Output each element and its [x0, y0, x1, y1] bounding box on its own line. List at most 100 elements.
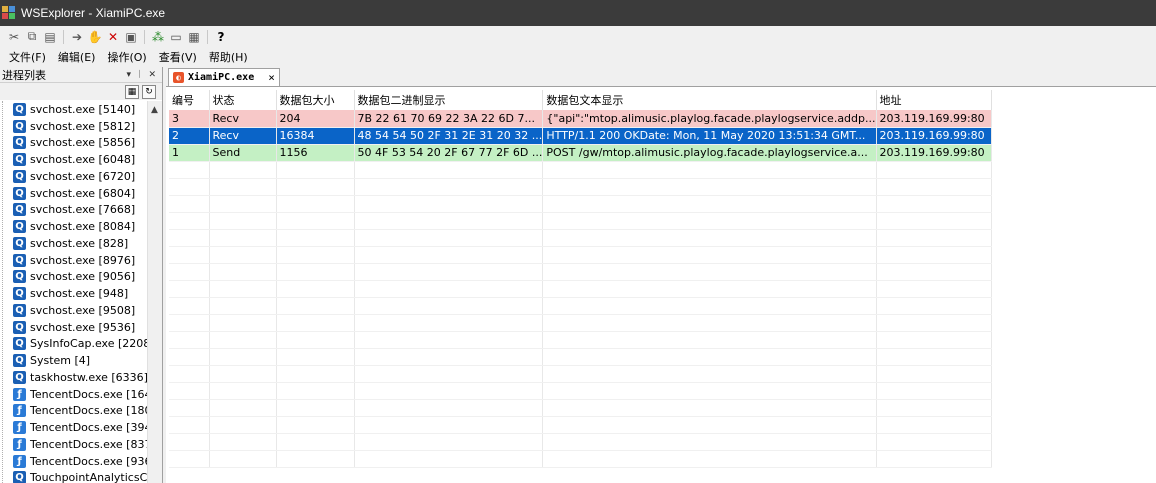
menu-item-2[interactable]: 操作(O) [101, 49, 152, 65]
packet-cell-text: HTTP/1.1 200 OKDate: Mon, 11 May 2020 13… [542, 127, 877, 145]
process-name: svchost.exe [9536] [30, 320, 136, 334]
process-name: svchost.exe [6048] [30, 153, 136, 167]
save-icon[interactable]: ▣ [123, 29, 139, 45]
pin-icon[interactable]: ᛁ [137, 70, 142, 80]
process-item[interactable]: ƒ TencentDocs.exe [16488 [0, 386, 148, 403]
process-name: svchost.exe [5140] [30, 102, 136, 116]
packet-cell-hex: 48 54 54 50 2F 31 2E 31 20 32 ... [354, 127, 544, 145]
process-icon: Q [13, 270, 26, 284]
process-item[interactable]: ƒ TencentDocs.exe [9368] [0, 453, 148, 470]
process-item[interactable]: Qsvchost.exe [6048] [0, 151, 148, 168]
process-icon: Q [13, 169, 26, 183]
empty-row [169, 365, 992, 383]
tencent-docs-icon: ƒ [13, 387, 26, 401]
properties-icon[interactable]: ▦ [125, 84, 139, 99]
empty-row [169, 297, 992, 315]
process-list: Qsvchost.exe [5140] Qsvchost.exe [5812] Qs… [0, 101, 148, 483]
process-name: svchost.exe [8976] [30, 253, 136, 267]
column-header-5[interactable]: 地址 [876, 90, 992, 110]
process-item[interactable]: Qsvchost.exe [9508] [0, 302, 148, 319]
menu-item-1[interactable]: 编辑(E) [52, 49, 102, 65]
empty-row [169, 263, 992, 281]
column-header-0[interactable]: 编号 [169, 90, 210, 110]
process-name: svchost.exe [6804] [30, 186, 136, 200]
process-item[interactable]: ƒ TencentDocs.exe [8376] [0, 436, 148, 453]
tab-strip: ◐ XiamiPC.exe × [166, 67, 1156, 87]
process-item[interactable]: Qsvchost.exe [5856] [0, 135, 148, 152]
packet-cell-id: 2 [169, 127, 210, 145]
process-item[interactable]: Qsvchost.exe [948] [0, 285, 148, 302]
packet-row[interactable]: 2 Recv 16384 48 54 54 50 2F 31 2E 31 20 32 … [169, 127, 992, 145]
packet-table: 编号 状态 数据包大小 数据包二进制显示 数据包文本显示 地址 3 Recv 204 7B 22… [169, 90, 992, 468]
process-item[interactable]: Qsvchost.exe [9056] [0, 269, 148, 286]
process-item[interactable]: ƒ TencentDocs.exe [18084 [0, 403, 148, 420]
process-item[interactable]: Q System [4] [0, 352, 148, 369]
packet-cell-id: 3 [169, 110, 210, 128]
process-item[interactable]: ƒ TencentDocs.exe [3944] [0, 419, 148, 436]
process-item[interactable]: Qsvchost.exe [8084] [0, 218, 148, 235]
empty-row [169, 348, 992, 366]
process-item[interactable]: Qsvchost.exe [5140] [0, 101, 148, 118]
process-icon: Q [13, 102, 26, 116]
process-icon: Q [13, 354, 26, 368]
empty-row [169, 212, 992, 230]
process-icon: Q [13, 320, 26, 334]
process-name: svchost.exe [6720] [30, 169, 136, 183]
process-item[interactable]: Qsvchost.exe [9536] [0, 319, 148, 336]
refresh-icon[interactable]: ↻ [142, 84, 156, 99]
column-header-3[interactable]: 数据包二进制显示 [354, 90, 544, 110]
process-item[interactable]: Qsvchost.exe [8976] [0, 252, 148, 269]
empty-row [169, 433, 992, 451]
packet-row[interactable]: 3 Recv 204 7B 22 61 70 69 22 3A 22 6D 7...{… [169, 110, 992, 128]
process-icon: Q [13, 119, 26, 133]
copy-icon[interactable]: ⧉ [24, 29, 40, 45]
delete-icon[interactable]: ✕ [105, 29, 121, 45]
process-icon: Q [13, 236, 26, 250]
dropdown-icon[interactable]: ▾ [127, 70, 132, 80]
process-item[interactable]: Q SysInfoCap.exe [2208] [0, 336, 148, 353]
empty-row [169, 195, 992, 213]
process-item[interactable]: Qsvchost.exe [5812] [0, 118, 148, 135]
properties-icon[interactable]: ▦ [186, 29, 202, 45]
menu-item-4[interactable]: 帮助(H) [203, 49, 254, 65]
column-header-1[interactable]: 状态 [209, 90, 277, 110]
packet-cell-status: Send [209, 144, 277, 162]
close-icon[interactable]: ✕ [148, 70, 156, 80]
process-name: svchost.exe [5856] [30, 136, 136, 150]
process-item[interactable]: Qsvchost.exe [6720] [0, 168, 148, 185]
help-icon[interactable]: ? [213, 29, 229, 45]
process-item[interactable]: Qsvchost.exe [7668] [0, 202, 148, 219]
process-list-scrollbar[interactable]: ▲ [147, 101, 162, 483]
process-name: TencentDocs.exe [3944] [30, 421, 148, 435]
tab-close-icon[interactable]: × [268, 71, 275, 84]
paste-icon[interactable]: ▤ [42, 29, 58, 45]
column-header-2[interactable]: 数据包大小 [276, 90, 355, 110]
process-icon: Q [13, 471, 26, 483]
toolbar-separator [207, 29, 208, 44]
window-icon[interactable]: ▭ [168, 29, 184, 45]
process-icon: Q [13, 303, 26, 317]
menu-item-3[interactable]: 查看(V) [153, 49, 203, 65]
process-item[interactable]: Qsvchost.exe [6804] [0, 185, 148, 202]
packet-cell-hex: 50 4F 53 54 20 2F 67 77 2F 6D ... [354, 144, 544, 162]
process-name: svchost.exe [828] [30, 236, 129, 250]
menu-item-0[interactable]: 文件(F) [3, 49, 52, 65]
packet-row[interactable]: 1 Send 1156 50 4F 53 54 20 2F 67 77 2F 6D .… [169, 144, 992, 162]
cut-icon[interactable]: ✂ [6, 29, 22, 45]
process-item[interactable]: Qsvchost.exe [828] [0, 235, 148, 252]
scroll-up-icon[interactable]: ▲ [151, 105, 158, 115]
title-bar: WSExplorer - XiamiPC.exe [0, 0, 1156, 26]
tree-icon[interactable]: ⁂ [150, 29, 166, 45]
process-item[interactable]: Qtaskhostw.exe [6336] [0, 369, 148, 386]
packet-cell-size: 204 [276, 110, 355, 128]
tab-xiamipc[interactable]: ◐ XiamiPC.exe × [168, 68, 280, 86]
process-icon: Q [13, 136, 26, 150]
column-header-4[interactable]: 数据包文本显示 [542, 90, 877, 110]
process-item[interactable]: Q TouchpointAnalyticsClier [0, 470, 148, 483]
process-name: svchost.exe [5812] [30, 119, 136, 133]
tab-label: XiamiPC.exe [188, 72, 255, 83]
empty-row [169, 229, 992, 247]
hand-icon[interactable]: ✋ [87, 29, 103, 45]
arrow-right-icon[interactable]: ➔ [69, 29, 85, 45]
empty-row [169, 382, 992, 400]
